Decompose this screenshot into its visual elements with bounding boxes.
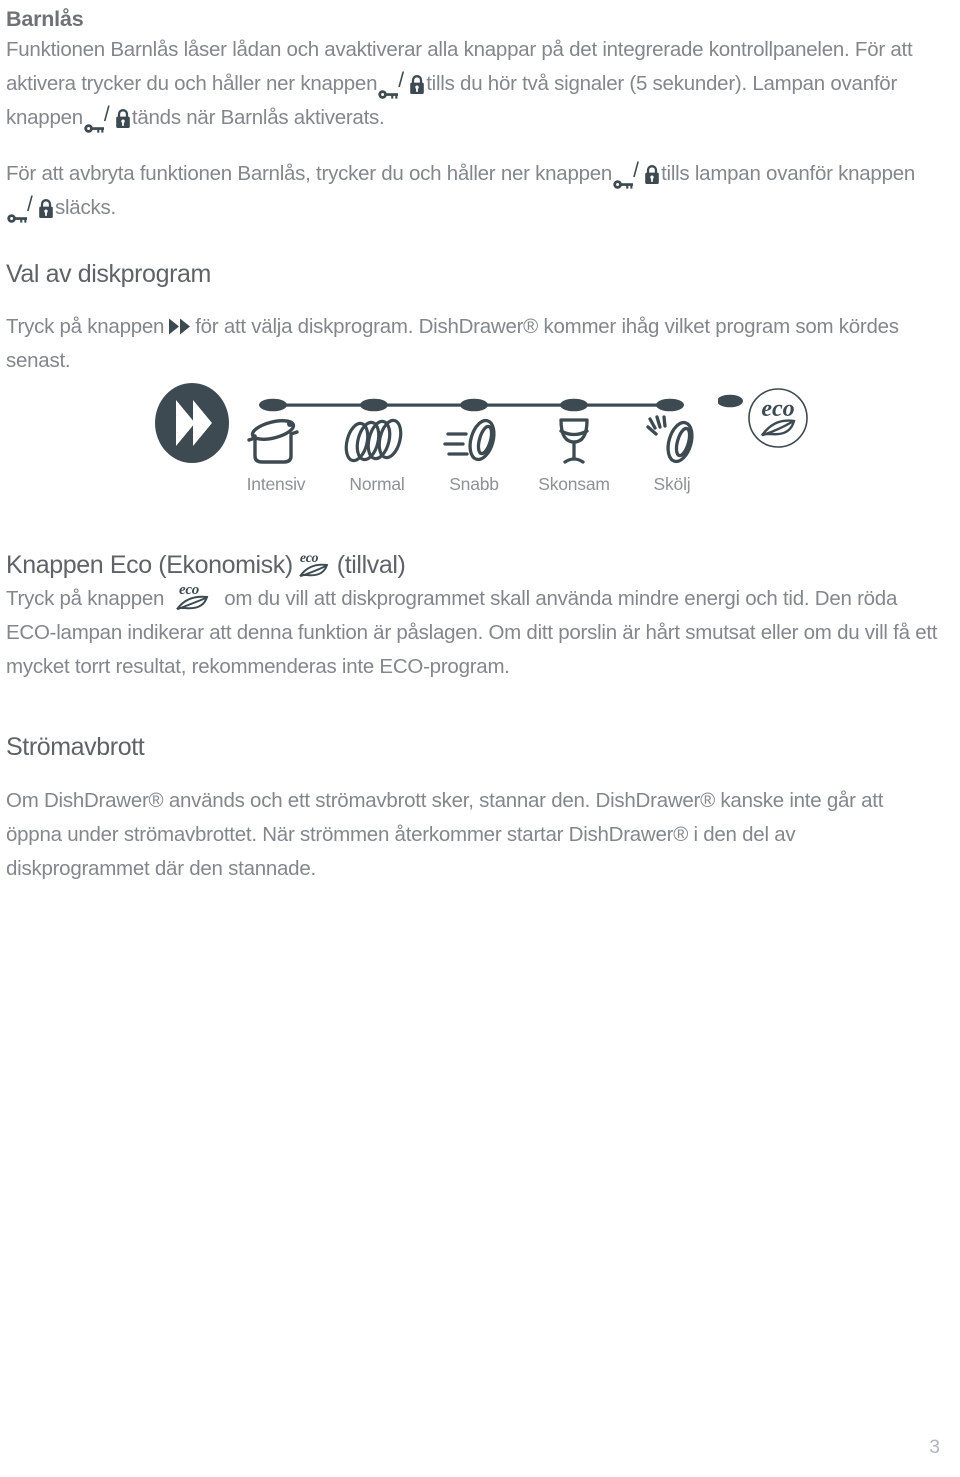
key-lock-icon: / — [378, 68, 425, 99]
heading-power-failure: Strömavbrott — [6, 733, 145, 762]
heading-child-lock: Barnlås — [6, 7, 84, 31]
paragraph-program-selection: Tryck på knappen för att välja diskprogra… — [6, 310, 942, 378]
program-label-skonsam: Skonsam — [538, 474, 610, 495]
eco-leaf-icon: eco — [296, 549, 334, 579]
program-selection-text-1: Tryck på knappen — [6, 315, 165, 339]
key-icon — [613, 167, 634, 189]
key-lock-icon: / — [613, 158, 660, 189]
paragraph-eco-button: Tryck på knappen eco om du vill att diskpr… — [6, 581, 942, 684]
eco-leaf-icon: eco — [172, 581, 216, 611]
paragraph-child-lock-2: För att avbryta funktionen Barnlås, tryc… — [6, 157, 942, 225]
page-number: 3 — [929, 1437, 940, 1458]
slash-separator: / — [633, 158, 639, 182]
padlock-icon — [38, 196, 54, 218]
program-label-intensiv: Intensiv — [246, 474, 306, 495]
svg-text:eco: eco — [300, 551, 319, 566]
program-labels-row: Intensiv Normal Snabb Skonsam Skölj — [231, 474, 731, 502]
child-lock-text-4: För att avbryta funktionen Barnlås, tryc… — [6, 161, 613, 185]
eco-heading-text-2: (tillval) — [336, 551, 406, 580]
slash-separator: / — [103, 102, 110, 126]
pot-icon[interactable] — [243, 410, 305, 472]
heading-eco-button: Knappen Eco (Ekonomisk) eco (tillval) — [6, 549, 942, 581]
key-icon — [7, 201, 28, 223]
padlock-icon — [115, 106, 131, 128]
slash-separator: / — [398, 68, 404, 92]
key-lock-icon: / — [84, 102, 131, 133]
svg-text:eco: eco — [179, 582, 199, 598]
eco-text-1: Tryck på knappen — [6, 587, 165, 611]
key-lock-icon: / — [7, 192, 54, 223]
plate-speed-lines-icon[interactable] — [442, 410, 504, 472]
stacked-plates-icon[interactable] — [342, 410, 404, 472]
key-icon — [378, 77, 399, 99]
program-label-normal: Normal — [349, 474, 405, 495]
eco-button[interactable]: eco — [717, 388, 818, 450]
padlock-icon — [644, 162, 660, 184]
heading-gap — [6, 290, 942, 310]
document-page: Barnlås Funktionen Barnlås låser lådan o… — [0, 0, 960, 1477]
heading-program-selection: Val av diskprogram — [6, 259, 211, 288]
slash-separator: / — [27, 192, 33, 216]
program-icons-row — [247, 410, 699, 472]
fast-forward-button[interactable] — [154, 382, 230, 464]
svg-text:eco: eco — [761, 396, 794, 422]
fast-forward-icon — [167, 313, 193, 335]
child-lock-text-6: släcks. — [55, 195, 116, 219]
program-label-snabb: Snabb — [449, 474, 499, 495]
heading-gap — [6, 764, 942, 784]
padlock-icon — [409, 72, 425, 94]
plate-droplets-icon[interactable] — [642, 410, 704, 472]
paragraph-power-failure: Om DishDrawer® används och ett strömavbr… — [6, 788, 884, 880]
child-lock-text-5: tills lampan ovanför knappen — [661, 161, 916, 185]
paragraph-child-lock-1: Funktionen Barnlås låser lådan och avakt… — [6, 33, 942, 135]
key-icon — [84, 111, 105, 133]
eco-heading-text-1: Knappen Eco (Ekonomisk) — [6, 551, 293, 580]
child-lock-text-3: tänds när Barnlås aktiverats. — [131, 105, 385, 129]
wine-glass-icon[interactable] — [543, 410, 605, 472]
program-selector-diagram: Intensiv Normal Snabb Skonsam Skölj eco — [6, 378, 960, 513]
program-label-skolj: Skölj — [653, 474, 691, 495]
